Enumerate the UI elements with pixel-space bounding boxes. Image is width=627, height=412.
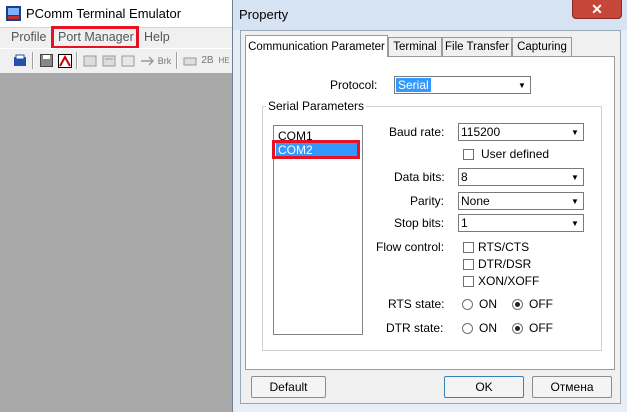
dtr-dsr-label: DTR/DSR: [478, 257, 532, 271]
tab-communication-parameter[interactable]: Communication Parameter: [245, 35, 388, 57]
dtr-on-label: ON: [479, 321, 497, 335]
toolbar-separator: [176, 52, 178, 69]
app-title: PComm Terminal Emulator: [26, 6, 182, 21]
tab-label: Terminal: [393, 41, 437, 53]
transfer-icon[interactable]: [138, 52, 155, 69]
com2-highlight: [272, 140, 360, 159]
ok-button[interactable]: OK: [444, 376, 524, 398]
break-button[interactable]: Brk: [156, 52, 173, 69]
rts-off-label: OFF: [529, 297, 553, 311]
he-button[interactable]: HE: [217, 52, 231, 69]
rts-on-radio[interactable]: [462, 299, 473, 310]
app-toolbar: Brk 2B HE: [0, 48, 232, 74]
dialog-client-area: Communication Parameter Terminal File Tr…: [240, 30, 621, 404]
cancel-button[interactable]: Отмена: [532, 376, 612, 398]
open-icon[interactable]: [12, 52, 29, 69]
rts-cts-label: RTS/CTS: [478, 240, 530, 254]
toolbar-separator: [76, 52, 78, 69]
dialog-titlebar: Property ✕: [233, 0, 627, 30]
app-menubar: Profile Port Manager Help: [0, 26, 232, 49]
tab-label: File Transfer: [445, 41, 509, 53]
two-b-label: 2B: [201, 55, 214, 66]
chevron-down-icon: ▼: [518, 80, 526, 90]
dtr-dsr-checkbox[interactable]: [463, 259, 474, 270]
close-icon: ✕: [591, 0, 603, 17]
data-bits-label: Data bits:: [394, 170, 445, 184]
chevron-down-icon: ▼: [571, 172, 579, 182]
communication-parameter-panel: Protocol: Serial ▼ Serial Parameters COM…: [245, 56, 615, 370]
default-button[interactable]: Default: [251, 376, 326, 398]
stop-bits-value: 1: [461, 216, 468, 230]
chevron-down-icon: ▼: [571, 127, 579, 137]
user-defined-label: User defined: [481, 147, 550, 161]
parity-value: None: [461, 194, 490, 208]
dialog-title: Property: [239, 7, 289, 22]
protocol-select[interactable]: Serial ▼: [394, 76, 531, 94]
break-label: Brk: [157, 55, 172, 66]
dtr-off-radio[interactable]: [512, 323, 523, 334]
serial-parameters-label: Serial Parameters: [266, 99, 367, 113]
tab-label: Communication Parameter: [248, 40, 385, 53]
rts-on-label: ON: [479, 297, 497, 311]
properties-icon[interactable]: [100, 52, 117, 69]
tab-capturing[interactable]: Capturing: [512, 37, 572, 56]
dtr-on-radio[interactable]: [462, 323, 473, 334]
parity-select[interactable]: None ▼: [458, 192, 584, 210]
user-defined-checkbox[interactable]: [463, 149, 474, 160]
xon-xoff-label: XON/XOFF: [478, 274, 540, 288]
chevron-down-icon: ▼: [571, 196, 579, 206]
data-bits-select[interactable]: 8 ▼: [458, 168, 584, 186]
property-dialog: Property ✕ Communication Parameter Termi…: [232, 0, 627, 412]
tab-label: Capturing: [517, 41, 567, 53]
baud-rate-label: Baud rate:: [389, 125, 445, 139]
app-icon: [6, 6, 21, 21]
protocol-value: Serial: [396, 78, 431, 92]
serial-parameters-group: Serial Parameters COM1 COM2 Baud rate: 1…: [262, 99, 602, 351]
rts-off-radio[interactable]: [512, 299, 523, 310]
terminal-icon[interactable]: [119, 52, 136, 69]
ok-button-label: OK: [475, 380, 493, 394]
tab-terminal[interactable]: Terminal: [388, 37, 442, 56]
flow-control-label: Flow control:: [376, 240, 445, 254]
toolbar-separator: [32, 52, 34, 69]
terminal-workspace: [0, 73, 232, 412]
rts-state-label: RTS state:: [388, 297, 445, 311]
xon-xoff-checkbox[interactable]: [463, 276, 474, 287]
cancel-button-label: Отмена: [550, 380, 594, 394]
data-bits-value: 8: [461, 170, 468, 184]
he-label: HE: [218, 56, 230, 65]
stop-bits-label: Stop bits:: [394, 216, 445, 230]
menu-profile[interactable]: Profile: [8, 30, 49, 44]
two-b-button[interactable]: 2B: [199, 52, 216, 69]
protocol-label: Protocol:: [330, 78, 378, 92]
port-manager-highlight: [51, 26, 139, 49]
parity-label: Parity:: [410, 194, 445, 208]
baud-rate-value: 115200: [461, 125, 501, 139]
tab-file-transfer[interactable]: File Transfer: [442, 37, 512, 56]
baud-rate-select[interactable]: 115200 ▼: [458, 123, 584, 141]
port-listbox[interactable]: COM1 COM2: [272, 125, 363, 335]
stop-bits-select[interactable]: 1 ▼: [458, 214, 584, 232]
dtr-state-label: DTR state:: [386, 321, 444, 335]
chevron-down-icon: ▼: [571, 218, 579, 228]
keyboard-icon[interactable]: [181, 52, 198, 69]
default-button-label: Default: [269, 380, 308, 394]
save-icon[interactable]: [38, 52, 55, 69]
close-button[interactable]: ✕: [572, 0, 622, 19]
dtr-off-label: OFF: [529, 321, 553, 335]
menu-help[interactable]: Help: [141, 30, 173, 44]
rts-cts-checkbox[interactable]: [463, 242, 474, 253]
disconnect-icon[interactable]: [56, 52, 73, 69]
dial-icon[interactable]: [81, 52, 98, 69]
